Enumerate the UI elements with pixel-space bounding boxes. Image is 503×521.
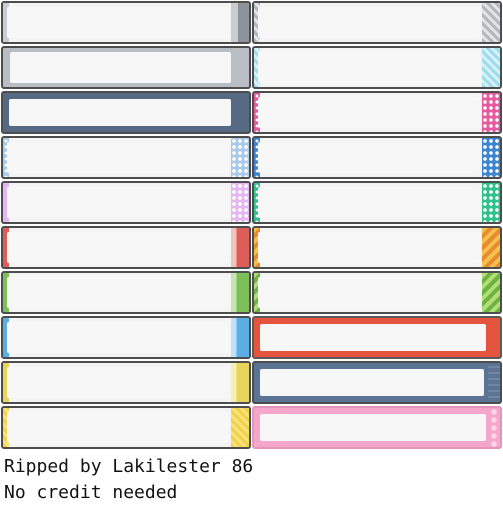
dialog-box-teal-dots bbox=[252, 181, 502, 224]
dialog-box-pink-dots bbox=[252, 91, 502, 134]
dialog-box-pink-scallop bbox=[252, 406, 502, 449]
dialog-box-yellow bbox=[1, 361, 251, 404]
dialog-box-light-blue-dots bbox=[1, 136, 251, 179]
dialog-box-slate-frame bbox=[252, 361, 502, 404]
dialog-box-green bbox=[1, 271, 251, 314]
dialog-box-sky-blue bbox=[1, 316, 251, 359]
dialog-box-blue-dots bbox=[252, 136, 502, 179]
dialog-box-gray-stripes bbox=[252, 1, 502, 44]
dialog-box-yellow-stripes bbox=[1, 406, 251, 449]
dialog-box-gray bbox=[1, 1, 251, 44]
dialog-box-navy bbox=[1, 91, 251, 134]
credit-ripper-text: Ripped by Lakilester 86 bbox=[4, 456, 254, 477]
dialog-box-lime-zigzag bbox=[252, 271, 502, 314]
dialog-box-orange-zigzag bbox=[252, 226, 502, 269]
dialog-box-sprite-sheet bbox=[0, 0, 503, 450]
dialog-box-silver bbox=[1, 46, 251, 89]
dialog-box-cyan-stripes bbox=[252, 46, 502, 89]
credit-notice-text: No credit needed bbox=[4, 482, 178, 503]
credits: Ripped by Lakilester 86 No credit needed bbox=[4, 454, 253, 506]
dialog-box-lilac-dots bbox=[1, 181, 251, 224]
dialog-box-red bbox=[1, 226, 251, 269]
dialog-box-red-frame bbox=[252, 316, 502, 359]
